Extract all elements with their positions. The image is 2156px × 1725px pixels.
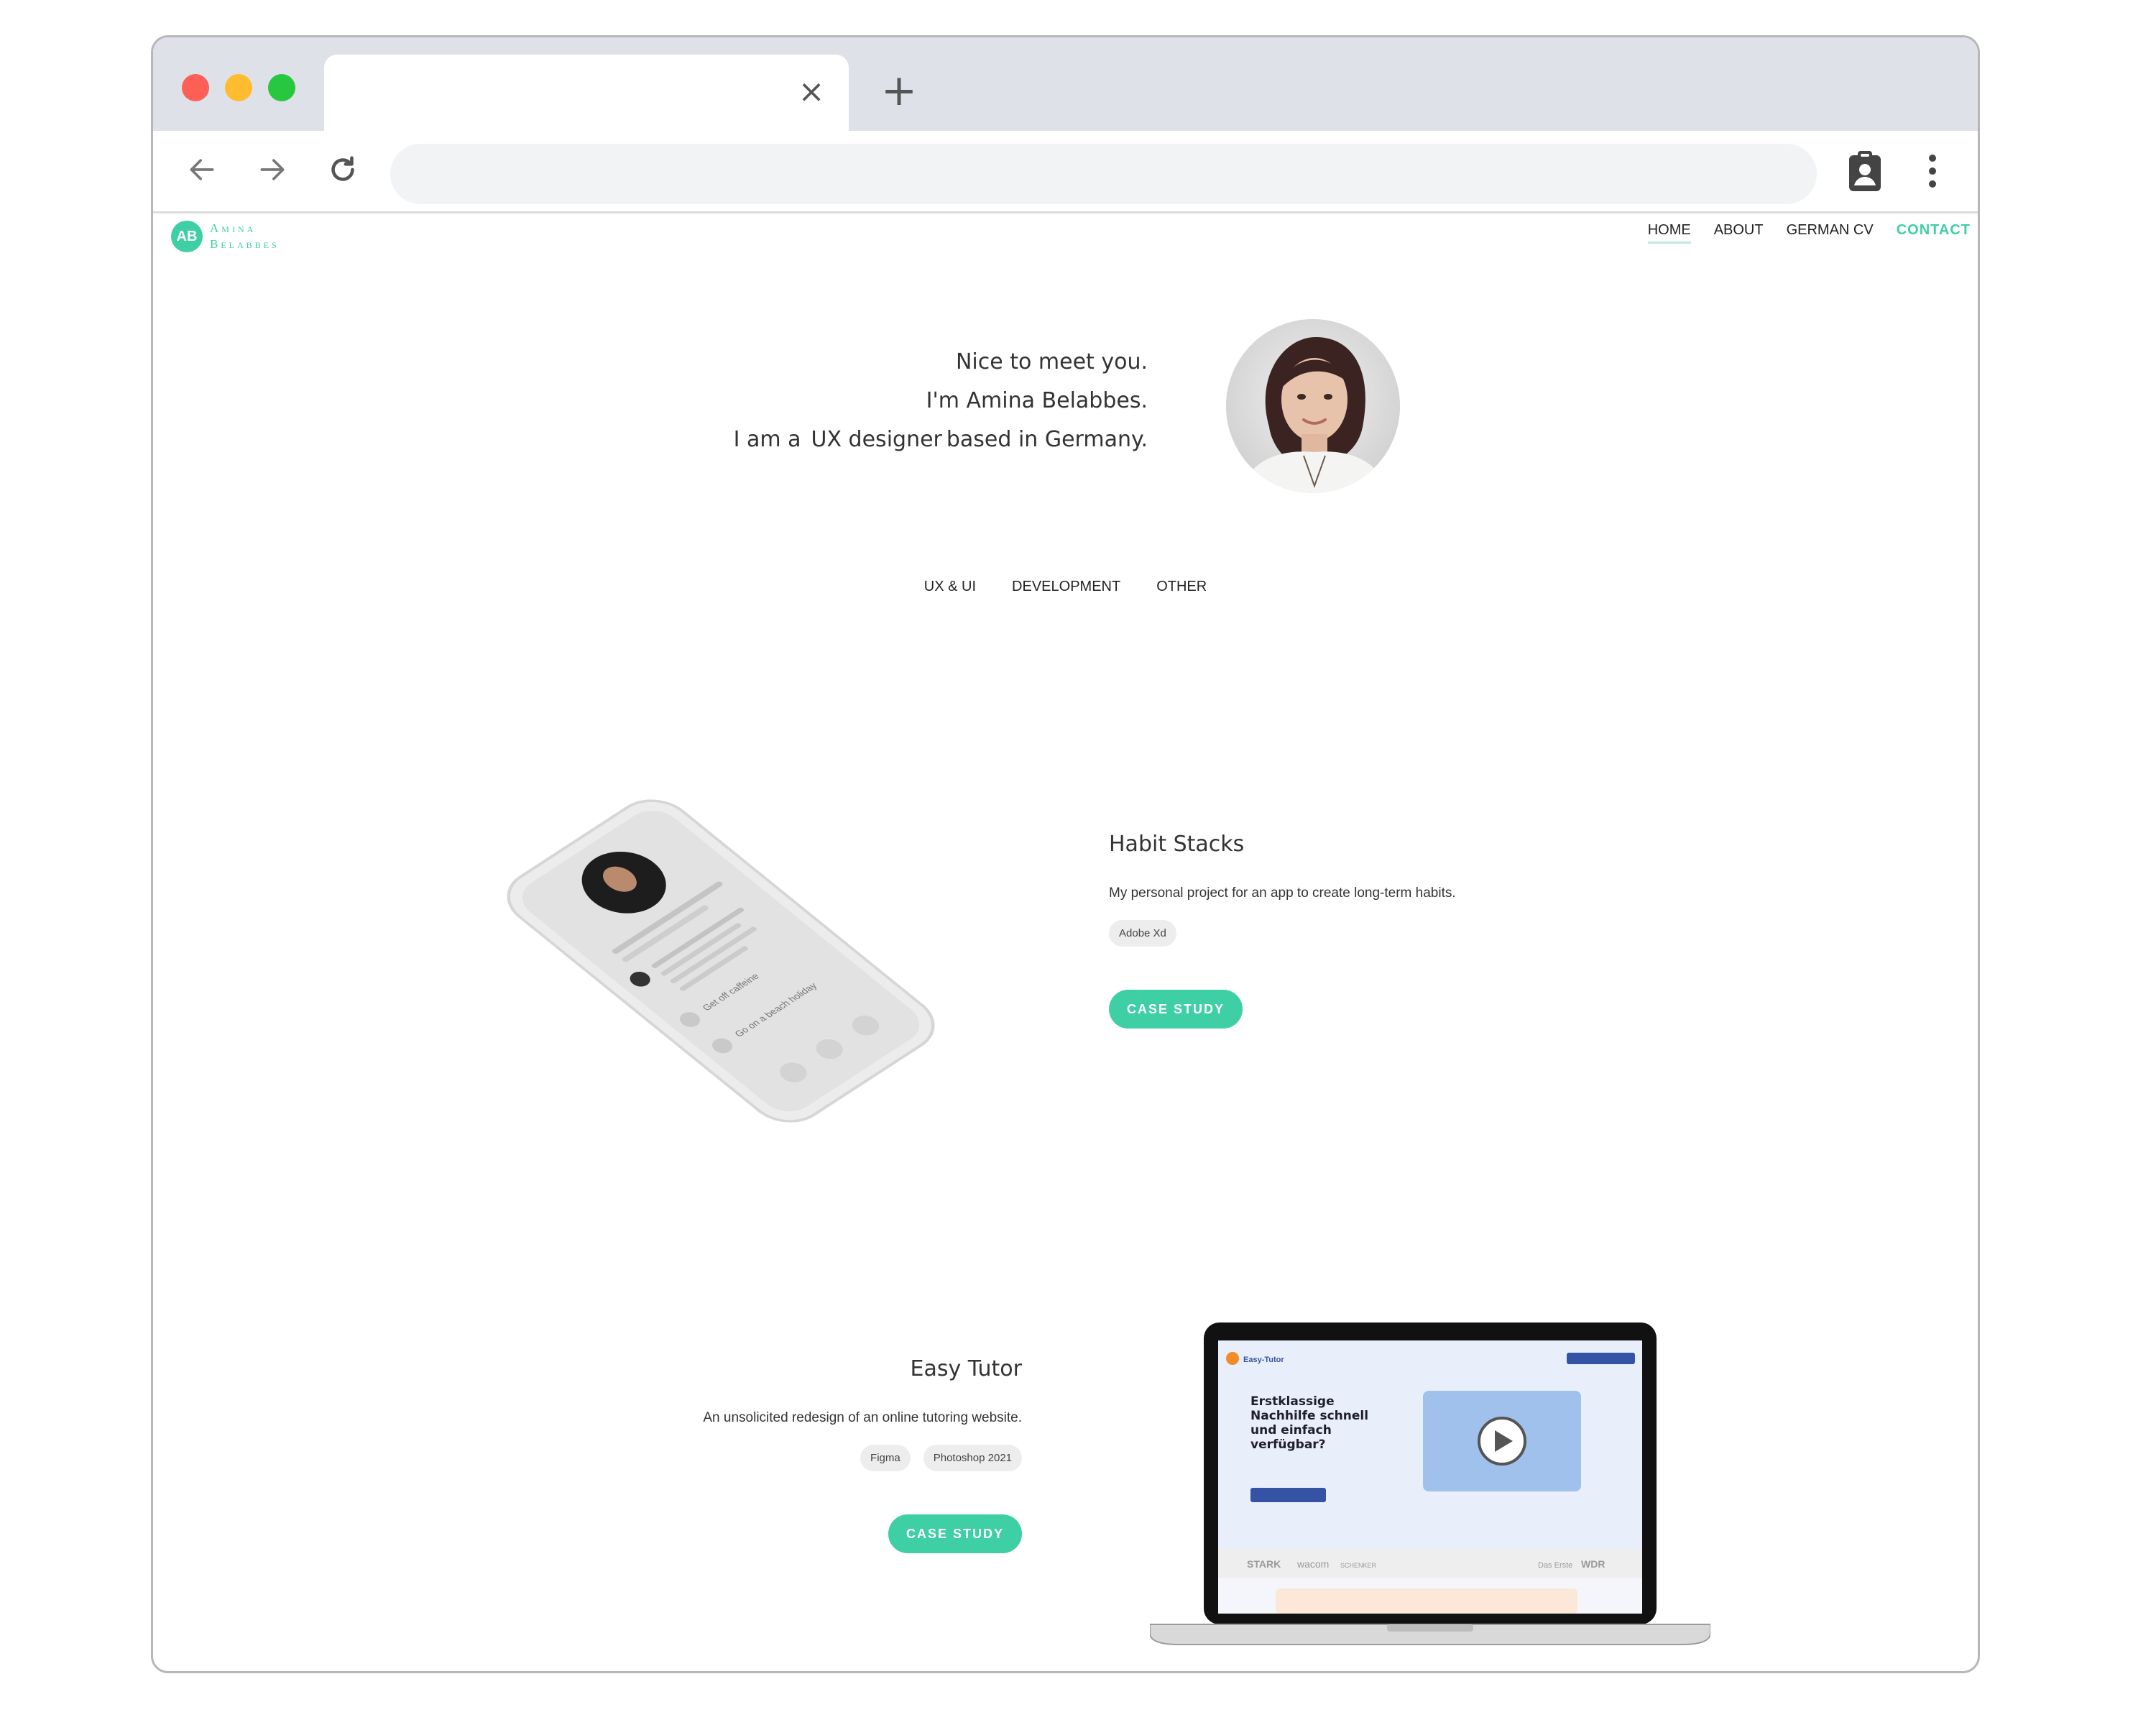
logo-first-name: Amina xyxy=(210,221,257,235)
address-bar[interactable] xyxy=(390,144,1817,204)
webpage: AB Amina Belabbes HOME ABOUT GERMAN CV C… xyxy=(153,213,1978,1671)
logo-wordmark: Amina Belabbes xyxy=(210,221,280,252)
project-tags: Adobe Xd xyxy=(1109,920,1612,947)
project-easy-tutor: Easy Tutor An unsolicited redesign of an… xyxy=(519,1356,1022,1553)
tag-photoshop: Photoshop 2021 xyxy=(923,1445,1022,1471)
project-title: Habit Stacks xyxy=(1109,832,1245,857)
back-arrow-icon[interactable] xyxy=(180,148,224,191)
intro-name: I'm Amina Belabbes. xyxy=(926,388,1148,413)
case-study-button[interactable]: CASE STUDY xyxy=(888,1514,1022,1553)
nav-german-cv-link[interactable]: GERMAN CV xyxy=(1787,222,1874,244)
nav-home-link[interactable]: HOME xyxy=(1647,222,1691,244)
intro-role-suffix: based in Germany. xyxy=(946,427,1148,452)
browser-toolbar xyxy=(153,131,1978,213)
project-description: My personal project for an app to create… xyxy=(1109,886,1456,901)
project-filters: UX & UI DEVELOPMENT OTHER xyxy=(153,579,1978,595)
profile-photo xyxy=(1226,319,1400,493)
forward-arrow-icon[interactable] xyxy=(251,148,294,191)
project-tags: Figma Photoshop 2021 xyxy=(519,1445,1022,1471)
close-window-button[interactable] xyxy=(182,74,209,101)
minimize-window-button[interactable] xyxy=(225,74,252,101)
browser-window: × + AB Amina Belabbes HOME ABOUT GERMAN … xyxy=(151,35,1980,1673)
project-description: An unsolicited redesign of an online tut… xyxy=(703,1410,1022,1425)
project-title: Easy Tutor xyxy=(910,1356,1023,1381)
filter-development[interactable]: DEVELOPMENT xyxy=(1012,579,1120,595)
laptop-logo-das-erste: Das Erste xyxy=(1538,1561,1572,1570)
easy-tutor-laptop-mockup: Easy-Tutor Erstklassige Nachhilfe schnel… xyxy=(1149,1322,1711,1653)
laptop-logo-wdr: WDR xyxy=(1581,1558,1605,1570)
maximize-window-button[interactable] xyxy=(268,74,295,101)
nav-contact-link[interactable]: CONTACT xyxy=(1897,222,1971,244)
laptop-logo-wacom: wacom xyxy=(1296,1558,1329,1570)
nav-about-link[interactable]: ABOUT xyxy=(1714,222,1764,244)
intro-greeting: Nice to meet you. xyxy=(955,349,1148,374)
laptop-headline-4: verfügbar? xyxy=(1250,1438,1326,1452)
intro-role-line: I am a UX designer based in Germany. xyxy=(734,420,1148,459)
reload-icon[interactable] xyxy=(321,148,364,191)
habit-stacks-phone-mockup: Get off caffeine Go on a beach holiday xyxy=(505,781,951,1155)
filter-other[interactable]: OTHER xyxy=(1156,579,1207,595)
intro-text: Nice to meet you. I'm Amina Belabbes. I … xyxy=(734,343,1148,459)
laptop-headline-2: Nachhilfe schnell xyxy=(1250,1409,1368,1423)
kebab-menu-icon[interactable] xyxy=(1917,150,1948,193)
laptop-headline-3: und einfach xyxy=(1250,1423,1332,1438)
close-tab-icon[interactable]: × xyxy=(796,76,827,108)
logo-last-name: Belabbes xyxy=(210,237,280,251)
tag-figma: Figma xyxy=(860,1445,911,1471)
clipboard-account-icon[interactable] xyxy=(1845,150,1885,193)
new-tab-icon[interactable]: + xyxy=(879,69,919,112)
case-study-button[interactable]: CASE STUDY xyxy=(1109,990,1243,1029)
browser-tab[interactable]: × xyxy=(324,55,849,131)
site-logo[interactable]: AB Amina Belabbes xyxy=(171,221,280,252)
laptop-brand: Easy-Tutor xyxy=(1243,1356,1284,1364)
tag-adobe-xd: Adobe Xd xyxy=(1109,920,1176,947)
laptop-logo-schenker: SCHENKER xyxy=(1340,1562,1377,1569)
filter-ux-ui[interactable]: UX & UI xyxy=(924,579,976,595)
intro-role-prefix: I am a xyxy=(733,427,801,452)
project-habit-stacks: Habit Stacks My personal project for an … xyxy=(1109,832,1612,1029)
laptop-headline-1: Erstklassige xyxy=(1250,1394,1335,1409)
tab-bar: × + xyxy=(153,37,1978,131)
main-nav: HOME ABOUT GERMAN CV CONTACT xyxy=(1647,222,1971,244)
laptop-logo-stark: STARK xyxy=(1247,1558,1281,1570)
logo-monogram: AB xyxy=(171,221,203,252)
intro-role: UX designer xyxy=(811,427,942,452)
